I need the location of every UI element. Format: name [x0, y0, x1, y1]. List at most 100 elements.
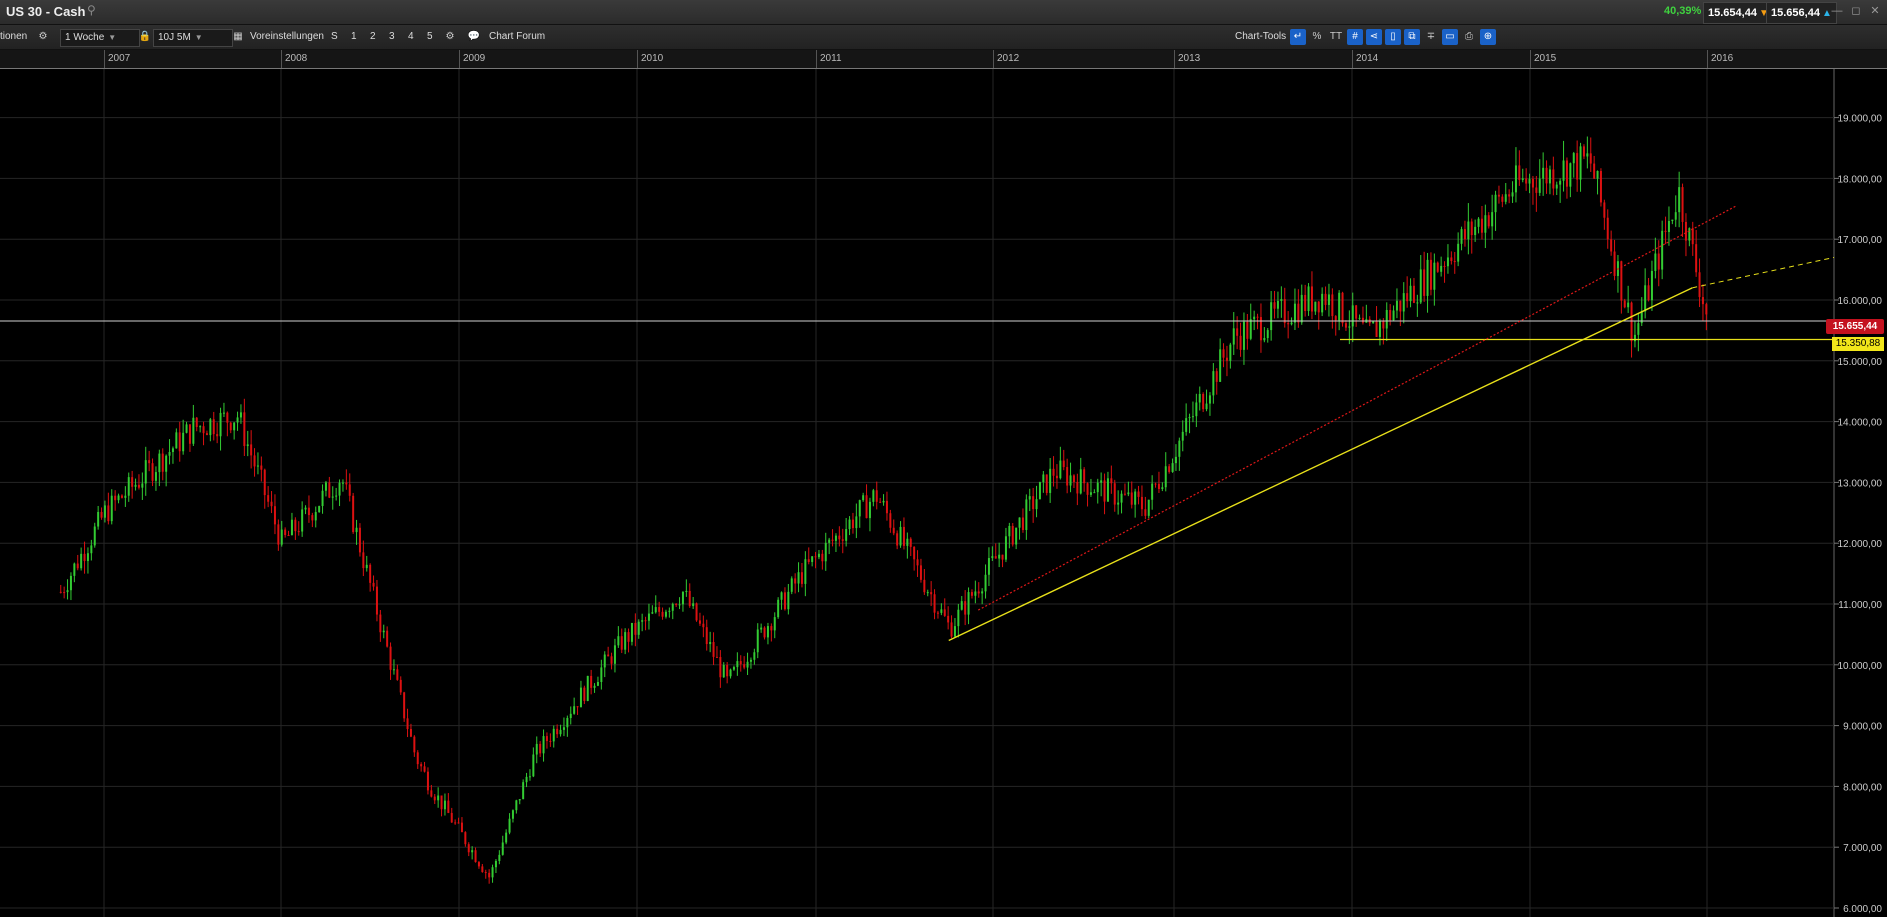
candle-body	[1079, 469, 1082, 494]
candle-body	[885, 500, 888, 514]
candle-body	[311, 515, 314, 521]
candle-body	[851, 519, 854, 529]
candle-body	[603, 654, 606, 668]
horizontal-level-label: 15.350,88	[1832, 337, 1884, 351]
candle-body	[1110, 478, 1113, 484]
candle-body	[1627, 302, 1630, 308]
candle-body	[807, 559, 810, 562]
candle-body	[875, 490, 878, 502]
candle-body	[1548, 169, 1551, 184]
candle-body	[936, 612, 939, 614]
candle-body	[930, 592, 933, 595]
candle-body	[1538, 178, 1541, 193]
candle-body	[675, 603, 678, 606]
candle-body	[1562, 160, 1565, 181]
candle-body	[1222, 349, 1225, 358]
candle-body	[158, 453, 161, 473]
candle-body	[1691, 228, 1694, 245]
candle-body	[1487, 215, 1490, 227]
candle-body	[923, 579, 926, 593]
candle-body	[1055, 475, 1058, 479]
candle-body	[967, 592, 970, 615]
candle-body	[624, 632, 627, 650]
candle-body	[1399, 300, 1402, 312]
candle-body	[1599, 170, 1602, 203]
candle-body	[440, 795, 443, 810]
candle-body	[1596, 170, 1599, 179]
candle-body	[1127, 492, 1130, 495]
candle-body	[1477, 218, 1480, 227]
candle-body	[423, 766, 426, 772]
candle-body	[1042, 474, 1045, 483]
candle-body	[532, 754, 535, 777]
candle-body	[777, 599, 780, 618]
trendline-extension	[1692, 256, 1835, 289]
candle-body	[1202, 393, 1205, 410]
candle-body	[355, 527, 358, 533]
candle-body	[1123, 493, 1126, 495]
candle-body	[1678, 187, 1681, 213]
candle-body	[1555, 184, 1558, 189]
candle-body	[1433, 262, 1436, 290]
candle-body	[1338, 292, 1341, 321]
candle-body	[651, 612, 654, 614]
candle-body	[539, 743, 542, 754]
price-chart[interactable]: 19.000,00 18.000,00 17.000,00 16.000,00 15.0…	[0, 0, 1887, 917]
candle-body	[1113, 483, 1116, 505]
candle-body	[73, 563, 76, 576]
candle-body	[233, 422, 236, 431]
candle-body	[437, 795, 440, 801]
candle-body	[1185, 418, 1188, 432]
candle-body	[1423, 269, 1426, 296]
candle-body	[909, 538, 912, 547]
candle-body	[1307, 286, 1310, 312]
candle-body	[641, 620, 644, 622]
candle-body	[872, 490, 875, 502]
candle-body	[1429, 259, 1432, 290]
candle-body	[1293, 303, 1296, 323]
candle-body	[610, 656, 613, 664]
candle-body	[324, 482, 327, 491]
candle-body	[1083, 469, 1086, 484]
candle-body	[277, 524, 280, 545]
candle-body	[1681, 187, 1684, 222]
candle-body	[498, 854, 501, 861]
candle-body	[117, 495, 120, 501]
price-tick-label: 7.000,00	[1843, 843, 1882, 854]
candle-body	[1518, 165, 1521, 180]
candle-body	[511, 810, 514, 819]
candle-body	[1341, 292, 1344, 324]
candle-body	[301, 509, 304, 532]
candle-body	[1511, 192, 1514, 197]
candle-body	[284, 529, 287, 535]
candle-body	[583, 687, 586, 701]
price-tick-label: 18.000,00	[1838, 174, 1883, 185]
candle-body	[1701, 297, 1704, 305]
candle-body	[1603, 202, 1606, 218]
candle-body	[321, 490, 324, 507]
candle-body	[97, 511, 100, 527]
candle-body	[1225, 357, 1228, 361]
candle-body	[630, 622, 633, 642]
candle-body	[678, 604, 681, 606]
candle-body	[1314, 301, 1317, 312]
candle-body	[1589, 153, 1592, 164]
candle-body	[341, 482, 344, 484]
candle-body	[1215, 371, 1218, 382]
candle-body	[90, 545, 93, 554]
candle-body	[382, 630, 385, 633]
candle-body	[1582, 146, 1585, 157]
candle-body	[1674, 212, 1677, 220]
candle-body	[1470, 221, 1473, 236]
candle-body	[219, 412, 222, 437]
candle-body	[889, 513, 892, 528]
candle-body	[1096, 482, 1099, 493]
candle-body	[185, 424, 188, 433]
candle-body	[607, 654, 610, 657]
candle-body	[1667, 221, 1670, 233]
candle-body	[1406, 293, 1409, 302]
candle-body	[1358, 317, 1361, 319]
candle-body	[848, 519, 851, 530]
candle-body	[1253, 316, 1256, 320]
candle-body	[290, 519, 293, 536]
